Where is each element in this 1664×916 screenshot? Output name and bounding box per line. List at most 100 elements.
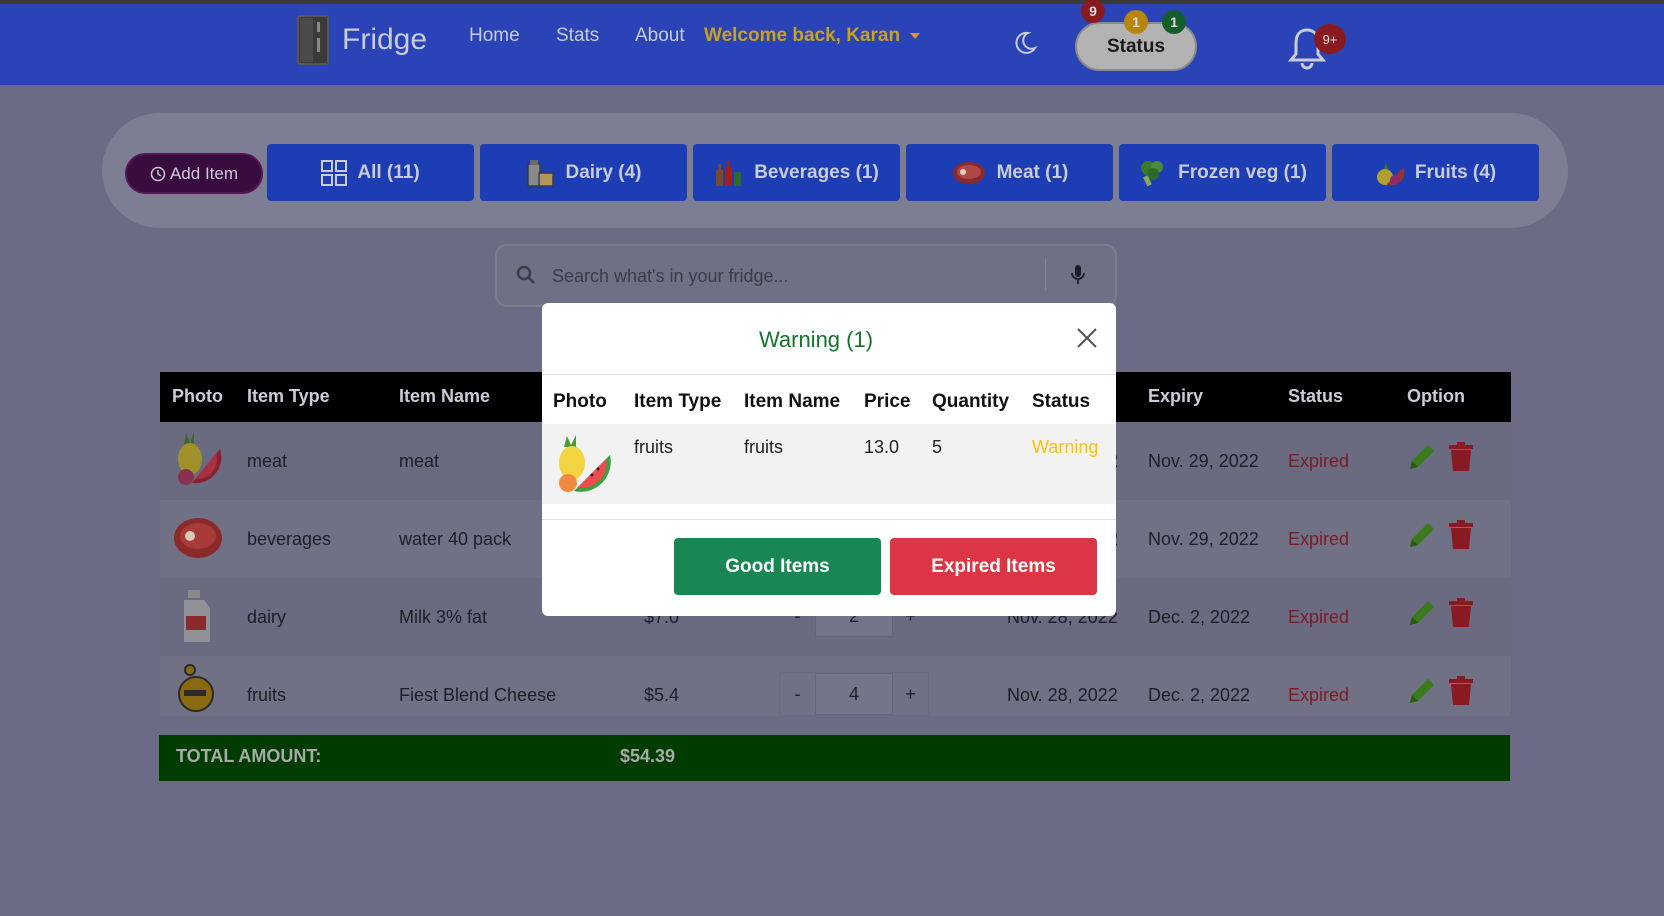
add-item-label: Add Item — [169, 163, 239, 183]
col-option: Option — [1407, 386, 1465, 406]
modal-col-quantity: Quantity — [932, 391, 1010, 412]
col-item-name: Item Name — [399, 386, 491, 406]
qty-increment-button[interactable]: + — [893, 673, 928, 715]
cell-item-type: fruits — [247, 685, 287, 705]
search-icon — [516, 265, 535, 284]
col-photo: Photo — [172, 386, 223, 406]
total-value: $54.39 — [620, 746, 676, 766]
col-expiry: Expiry — [1148, 386, 1204, 406]
modal-col-photo: Photo — [553, 391, 607, 412]
modal-cell-price: 13.0 — [864, 437, 900, 457]
search-divider — [1045, 259, 1046, 291]
notification-badge: 9+ — [1314, 24, 1346, 54]
close-icon[interactable] — [1076, 327, 1098, 349]
category-frozen-veg-label: Frozen veg (1) — [1178, 161, 1307, 183]
modal-col-status: Status — [1032, 391, 1091, 412]
modal-cell-item-name: fruits — [744, 437, 784, 457]
col-item-type: Item Type — [247, 386, 330, 406]
category-meat-label: Meat (1) — [996, 161, 1069, 183]
category-fruits-button[interactable]: Fruits (4) — [1332, 144, 1539, 201]
fruits-photo — [178, 432, 222, 485]
edit-pencil-icon[interactable] — [1406, 597, 1438, 629]
status-label: Status — [1106, 35, 1166, 57]
cell-expiry: Nov. 29, 2022 — [1148, 451, 1259, 471]
cell-status: Expired — [1288, 685, 1350, 705]
cell-status: Expired — [1288, 529, 1350, 549]
microphone-icon[interactable] — [1070, 264, 1086, 286]
modal-footer-divider — [542, 519, 1116, 520]
brand[interactable]: Fridge — [296, 14, 427, 66]
fruits-icon — [1376, 161, 1405, 185]
moon-icon[interactable] — [1012, 30, 1038, 56]
nav-home[interactable]: Home — [469, 25, 520, 47]
cell-item-name: Fiest Blend Cheese — [399, 685, 557, 705]
good-items-button[interactable]: Good Items — [674, 538, 881, 595]
search-input[interactable] — [552, 264, 1032, 288]
cell-expiry: Nov. 29, 2022 — [1148, 529, 1259, 549]
cell-item-name: Milk 3% fat — [399, 607, 488, 627]
cell-item-name: water 40 pack — [399, 529, 512, 549]
status-badge-green: 1 — [1162, 10, 1186, 34]
beverages-icon — [716, 160, 742, 186]
expired-items-button[interactable]: Expired Items — [890, 538, 1097, 595]
clock-icon — [150, 166, 166, 181]
delete-trash-icon[interactable] — [1448, 442, 1474, 472]
category-all-label: All (11) — [357, 161, 420, 183]
qty-value[interactable]: 4 — [815, 673, 893, 715]
cheese-photo — [178, 664, 214, 712]
category-fruits-label: Fruits (4) — [1414, 161, 1497, 183]
edit-pencil-icon[interactable] — [1406, 441, 1438, 473]
category-beverages-button[interactable]: Beverages (1) — [693, 144, 900, 201]
cell-item-type: dairy — [247, 607, 287, 627]
edit-pencil-icon[interactable] — [1406, 519, 1438, 551]
cell-status: Expired — [1288, 607, 1350, 627]
chevron-down-icon — [910, 33, 921, 39]
total-bar — [159, 735, 1510, 781]
dairy-icon — [527, 159, 555, 187]
modal-cell-item-type: fruits — [634, 437, 674, 457]
brand-name: Fridge — [342, 23, 428, 56]
cell-purchased: Nov. 28, 2022 — [1007, 685, 1118, 705]
cell-item-name: meat — [399, 451, 440, 471]
category-dairy-label: Dairy (4) — [565, 161, 642, 183]
cell-expiry: Dec. 2, 2022 — [1148, 607, 1251, 627]
edit-pencil-icon[interactable] — [1406, 675, 1438, 707]
category-beverages-label: Beverages (1) — [754, 161, 879, 183]
modal-table-row — [542, 424, 1116, 504]
modal-col-item-type: Item Type — [634, 391, 722, 412]
cell-status: Expired — [1288, 451, 1350, 471]
qty-decrement-button[interactable]: - — [780, 673, 815, 715]
fruits-photo — [559, 435, 611, 492]
cell-item-type: beverages — [247, 529, 332, 549]
cell-price: $5.4 — [644, 685, 680, 705]
category-frozen-veg-button[interactable]: Frozen veg (1) — [1119, 144, 1326, 201]
modal-col-item-name: Item Name — [744, 391, 841, 412]
status-badge-red: 9 — [1081, 0, 1105, 23]
welcome-text: Welcome back, Karan — [704, 25, 901, 46]
add-item-button[interactable]: Add Item — [125, 153, 263, 194]
nav-stats[interactable]: Stats — [556, 25, 599, 47]
quantity-stepper: - 4 + — [779, 672, 929, 716]
status-badge-yellow: 1 — [1124, 10, 1148, 34]
col-status: Status — [1288, 386, 1344, 406]
modal-title: Warning (1) — [758, 327, 874, 352]
modal-col-price: Price — [864, 391, 911, 412]
meat-icon — [952, 161, 985, 184]
delete-trash-icon[interactable] — [1448, 598, 1474, 628]
total-label: TOTAL AMOUNT: — [176, 746, 322, 766]
category-meat-button[interactable]: Meat (1) — [906, 144, 1113, 201]
modal-cell-status: Warning — [1032, 437, 1099, 457]
user-menu-dropdown[interactable]: Welcome back, Karan — [704, 25, 921, 47]
grid-icon — [321, 159, 348, 186]
delete-trash-icon[interactable] — [1448, 520, 1474, 550]
warning-modal: Warning (1) Photo Item Type Item Name Pr… — [542, 303, 1116, 616]
nav-about[interactable]: About — [635, 25, 685, 47]
delete-trash-icon[interactable] — [1448, 676, 1474, 706]
modal-cell-quantity: 5 — [932, 437, 943, 457]
meat-photo — [174, 518, 222, 558]
category-all-button[interactable]: All (11) — [267, 144, 474, 201]
category-dairy-button[interactable]: Dairy (4) — [480, 144, 687, 201]
cell-expiry: Dec. 2, 2022 — [1148, 685, 1251, 705]
milk-photo — [184, 590, 210, 642]
modal-header-divider — [542, 374, 1116, 375]
